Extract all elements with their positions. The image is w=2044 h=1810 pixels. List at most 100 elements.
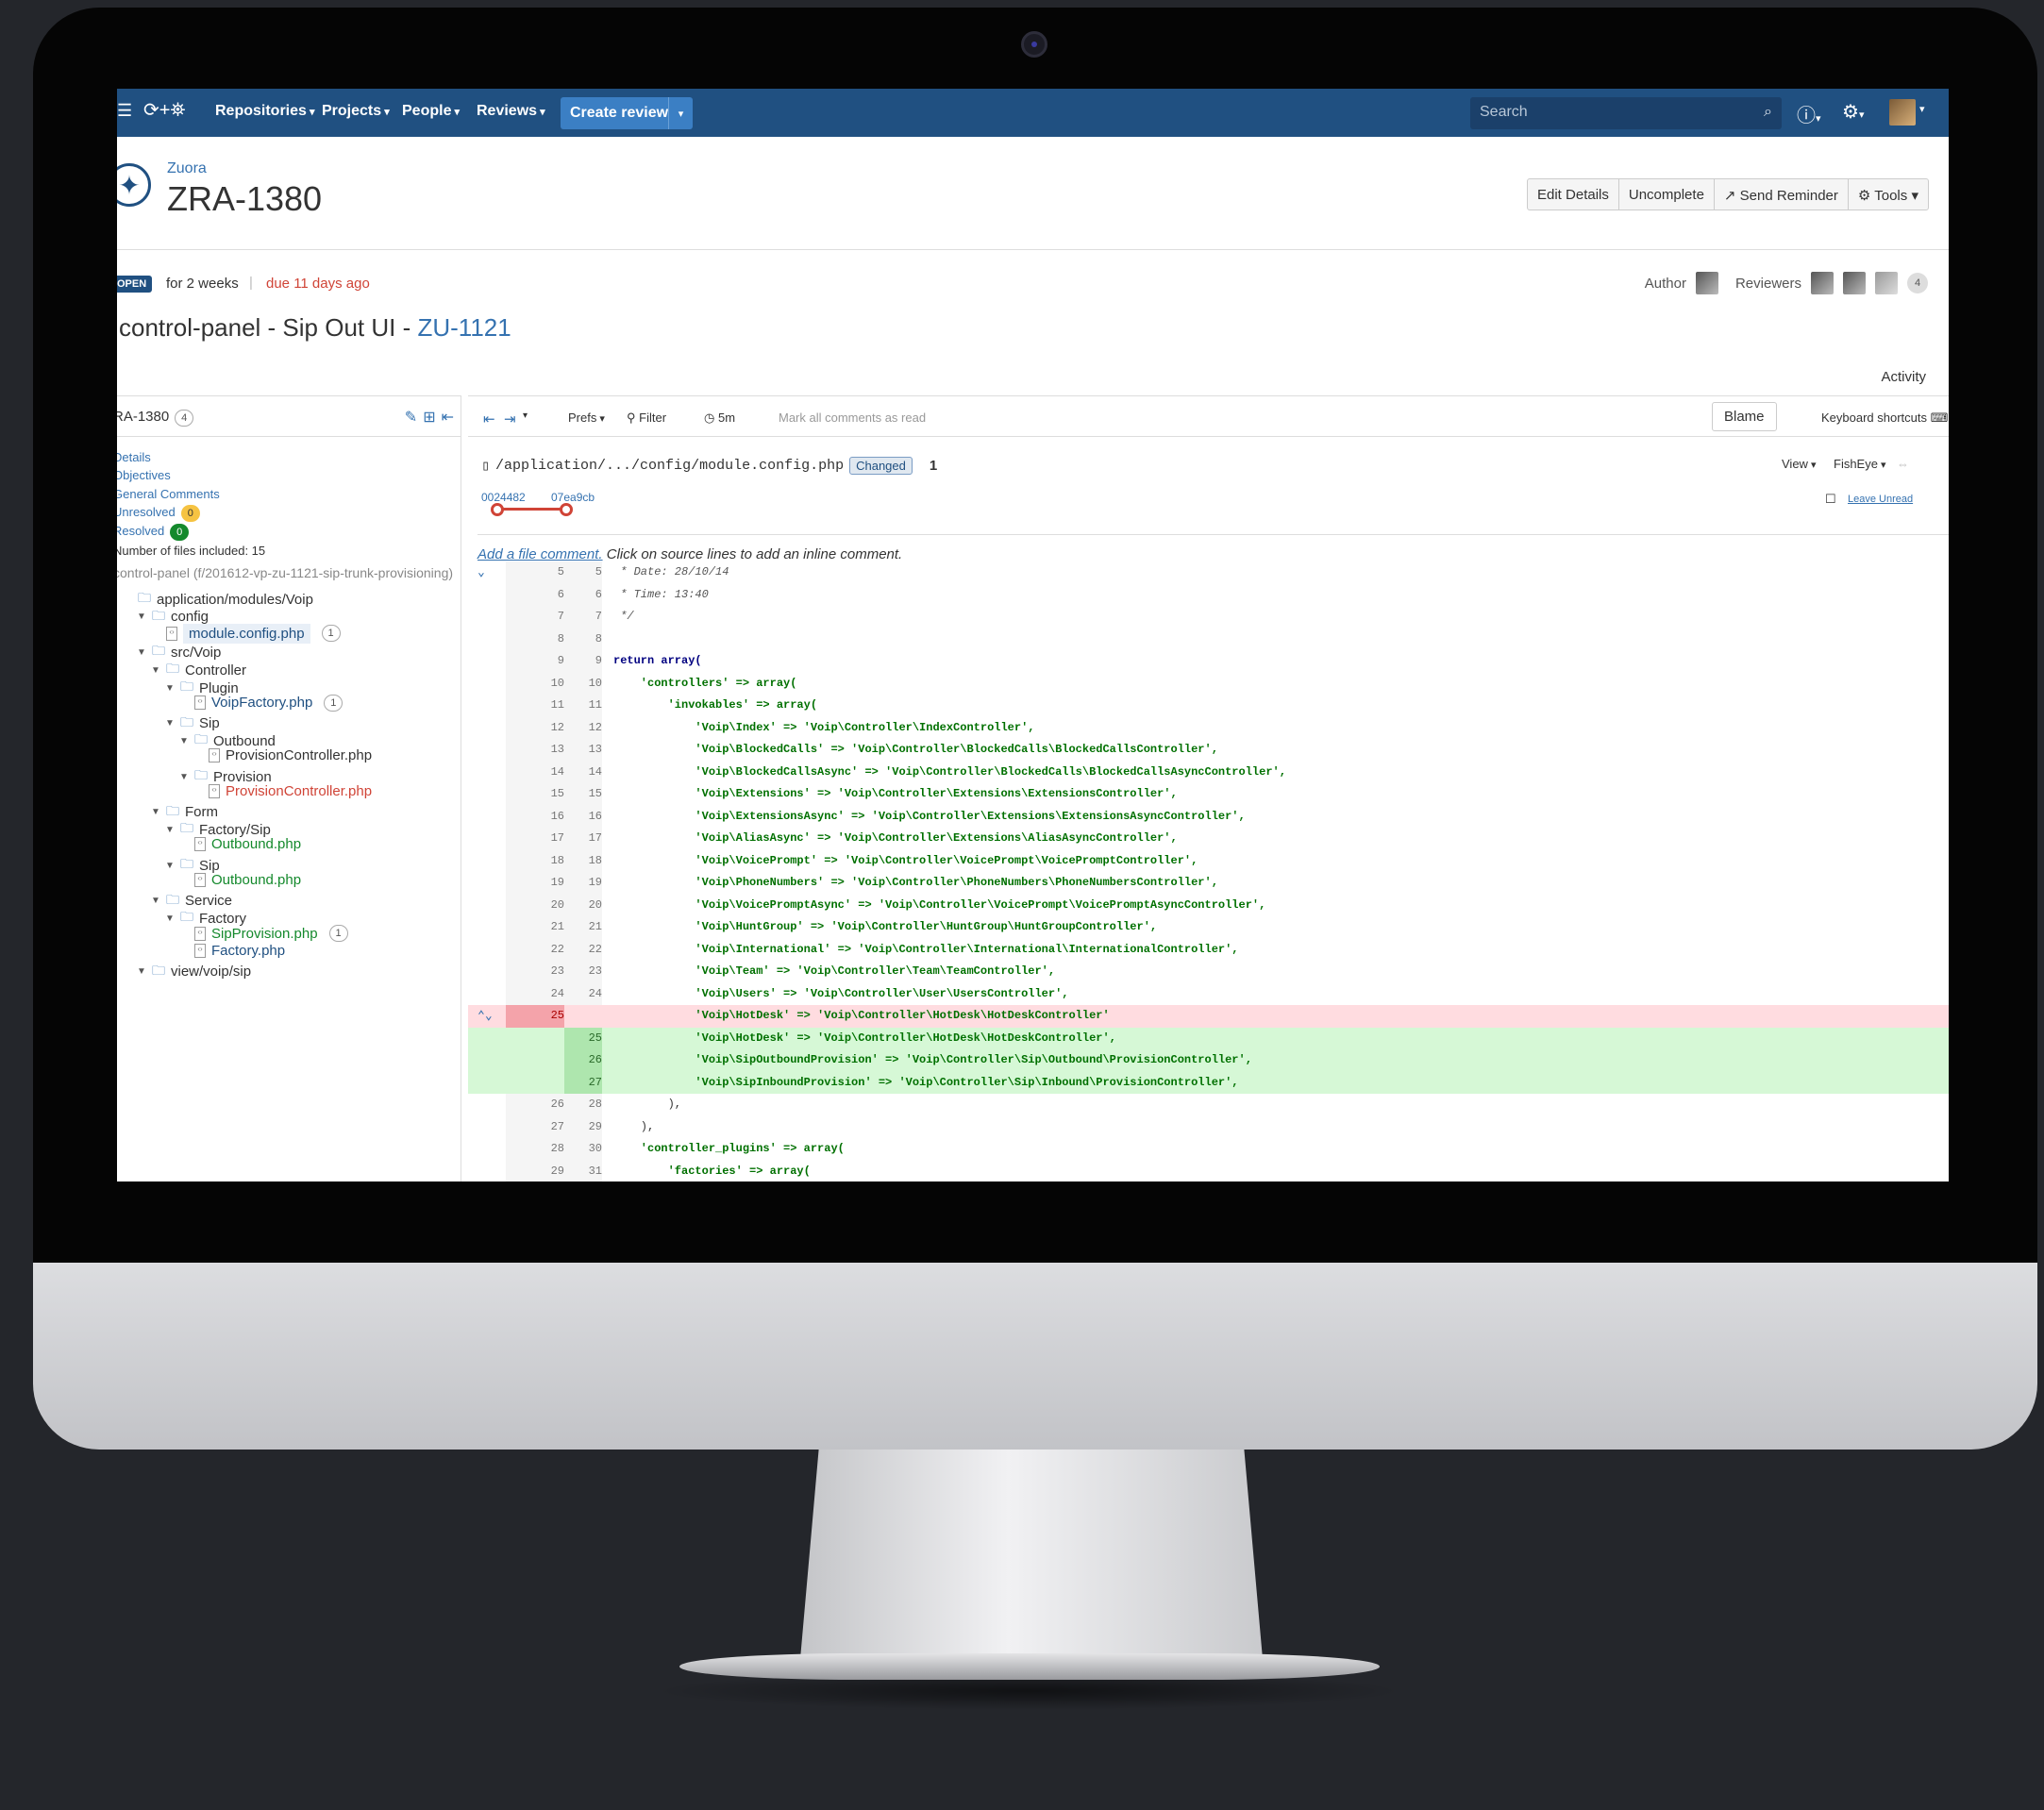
diff-line-removed[interactable]: ⌃⌄ 25 'Voip\HotDesk' => 'Voip\Controller\… [468,1005,1949,1028]
diff-line[interactable]: 24 24 'Voip\Users' => 'Voip\Controller\Us… [468,983,1949,1006]
add-icon[interactable]: ⊞ [423,408,435,427]
diff-line[interactable]: 26 28 ), [468,1094,1949,1116]
tree-file[interactable]: ‹› ProvisionController.php [193,747,372,763]
expand-toggle-icon[interactable]: ▼ [165,913,175,924]
nav-people[interactable]: People [402,103,460,120]
search-icon[interactable]: ⌕ [1764,104,1772,121]
sidebar-link-resolved[interactable]: Resolved 0 [117,524,190,541]
tree-folder[interactable]: ▼ 🗀 view/voip/sip [137,961,251,983]
blame-button[interactable]: Blame [1712,402,1777,431]
expand-toggle-icon[interactable]: ▼ [137,612,146,622]
diff-line[interactable]: 7 7 */ [468,606,1949,628]
tools-button[interactable]: ⚙ Tools ▾ [1849,179,1928,209]
hamburger-icon[interactable]: ☰ [117,101,132,121]
project-name[interactable]: Zuora [167,160,207,177]
prefs-menu[interactable]: Prefs [568,411,605,425]
diff-line[interactable]: 29 31 'factories' => array( [468,1161,1949,1182]
leave-unread-checkbox[interactable]: ☐ [1825,492,1836,507]
issue-link[interactable]: ZU-1121 [417,313,511,342]
uncomplete-button[interactable]: Uncomplete [1619,179,1715,209]
fisheye-crucible-logo[interactable]: ⟳+⛯ [143,98,185,122]
activity-link[interactable]: Activity [1881,369,1926,385]
diff-line[interactable]: 21 21 'Voip\HuntGroup' => 'Voip\Controlle… [468,916,1949,939]
branch-label[interactable]: control-panel (f/201612-vp-zu-1121-sip-t… [117,565,453,580]
revision-slider-to-handle[interactable] [560,503,573,516]
view-menu[interactable]: View [1782,457,1817,471]
search-input[interactable]: Search ⌕ [1470,97,1782,129]
reviewer-avatar[interactable] [1811,272,1834,294]
diff-line[interactable]: 13 13 'Voip\BlockedCalls' => 'Voip\Contro… [468,739,1949,762]
expand-toggle-icon[interactable]: ▼ [151,896,160,906]
edit-icon[interactable]: ✎ [405,408,417,427]
diff-line[interactable]: 18 18 'Voip\VoicePrompt' => 'Voip\Control… [468,850,1949,873]
diff-line[interactable]: 28 30 'controller_plugins' => array( [468,1138,1949,1161]
sidebar-link-unresolved[interactable]: Unresolved 0 [117,505,200,522]
nav-projects[interactable]: Projects [322,103,390,120]
diff-line[interactable]: 17 17 'Voip\AliasAsync' => 'Voip\Controll… [468,828,1949,850]
previous-file-icon[interactable]: ⇤ [483,411,495,427]
tree-file[interactable]: ‹› Factory.php [179,943,285,959]
expand-toggle-icon[interactable]: ▼ [137,966,146,977]
add-file-comment-link[interactable]: Add a file comment. [477,546,603,562]
revision-to[interactable]: 07ea9cb [551,491,595,504]
revision-slider-from-handle[interactable] [491,503,504,516]
sidebar-link-general-comments[interactable]: General Comments [117,487,220,501]
tree-file[interactable]: ‹› Outbound.php [179,872,301,888]
diff-line[interactable]: 19 19 'Voip\PhoneNumbers' => 'Voip\Contro… [468,872,1949,895]
reviewer-avatar[interactable] [1843,272,1866,294]
mark-all-read-link[interactable]: Mark all comments as read [779,411,926,425]
nav-reviews[interactable]: Reviews [477,103,545,120]
fisheye-menu[interactable]: FishEye [1834,457,1886,471]
tree-file[interactable]: ‹› SipProvision.php 1 [179,925,348,943]
link-icon[interactable]: ⇔ [1897,457,1909,471]
diff-line-added[interactable]: 25 'Voip\HotDesk' => 'Voip\Controller\Ho… [468,1027,1949,1049]
expand-context-icon[interactable]: ⌃⌄ [477,1005,493,1028]
expand-toggle-icon[interactable]: ▼ [151,665,160,676]
reviewer-count[interactable]: 4 [1907,273,1928,293]
diff-line[interactable]: 11 11 'invokables' => array( [468,695,1949,717]
tree-file[interactable]: ‹› ProvisionController.php [193,783,372,799]
diff-line[interactable]: 12 12 'Voip\Index' => 'Voip\Controller\In… [468,717,1949,740]
user-avatar[interactable] [1889,99,1916,126]
expand-toggle-icon[interactable]: ▼ [137,647,146,658]
diff-line[interactable]: 88 [468,628,1949,651]
diff-line-added[interactable]: 26 'Voip\SipOutboundProvision' => 'Voip\… [468,1049,1949,1072]
nav-repositories[interactable]: Repositories [215,103,315,120]
author-avatar[interactable] [1695,272,1718,294]
chevron-down-icon[interactable]: ▾ [1919,103,1925,115]
diff-line[interactable]: 27 29 ), [468,1116,1949,1139]
diff-line[interactable]: 16 16 'Voip\ExtensionsAsync' => 'Voip\Con… [468,806,1949,829]
diff-line[interactable]: 9 9 return array( [468,650,1949,673]
send-reminder-button[interactable]: ↗ Send Reminder [1715,179,1849,209]
filter-button[interactable]: ⚲ Filter [627,411,666,426]
expand-toggle-icon[interactable]: ▼ [179,736,189,746]
expand-toggle-icon[interactable]: ▼ [165,861,175,871]
diff-line[interactable]: 23 23 'Voip\Team' => 'Voip\Controller\Tea… [468,961,1949,983]
diff-line[interactable]: 6 6 * Time: 13:40 [468,584,1949,607]
leave-unread-link[interactable]: Leave Unread [1848,494,1913,505]
diff-line[interactable]: 15 15 'Voip\Extensions' => 'Voip\Controll… [468,783,1949,806]
sidebar-link-objectives[interactable]: Objectives [117,468,171,482]
expand-toggle-icon[interactable]: ▼ [165,683,175,694]
diff-line-added[interactable]: 27 'Voip\SipInboundProvision' => 'Voip\C… [468,1071,1949,1094]
revision-from[interactable]: 0024482 [481,491,526,504]
expand-toggle-icon[interactable]: ▼ [179,772,189,782]
sidebar-link-details[interactable]: Details [117,450,151,464]
diff-line[interactable]: 10 10 'controllers' => array( [468,673,1949,696]
gear-icon[interactable]: ⚙▾ [1842,100,1864,124]
expand-toggle-icon[interactable]: ▼ [165,825,175,835]
diff-line[interactable]: 22 22 'Voip\International' => 'Voip\Contr… [468,939,1949,962]
create-review-dropdown[interactable]: ▾ [668,97,693,129]
help-icon[interactable]: ⓘ▾ [1797,100,1821,127]
diff-line[interactable]: ⌄ 5 5 * Date: 28/10/14 [468,561,1949,584]
refresh-interval[interactable]: ◷ 5m [704,411,735,426]
diff-line[interactable]: 20 20 'Voip\VoicePromptAsync' => 'Voip\Co… [468,895,1949,917]
expand-toggle-icon[interactable]: ▼ [165,718,175,729]
tree-file[interactable]: ‹› VoipFactory.php 1 [179,694,343,712]
expand-context-icon[interactable]: ⌄ [477,561,485,584]
collapse-panel-icon[interactable]: ⇤ [442,408,454,427]
edit-details-button[interactable]: Edit Details [1528,179,1619,209]
chevron-down-icon[interactable]: ▾ [523,411,528,421]
next-file-icon[interactable]: ⇥ [504,411,516,427]
tree-file[interactable]: ‹› Outbound.php [179,836,301,852]
